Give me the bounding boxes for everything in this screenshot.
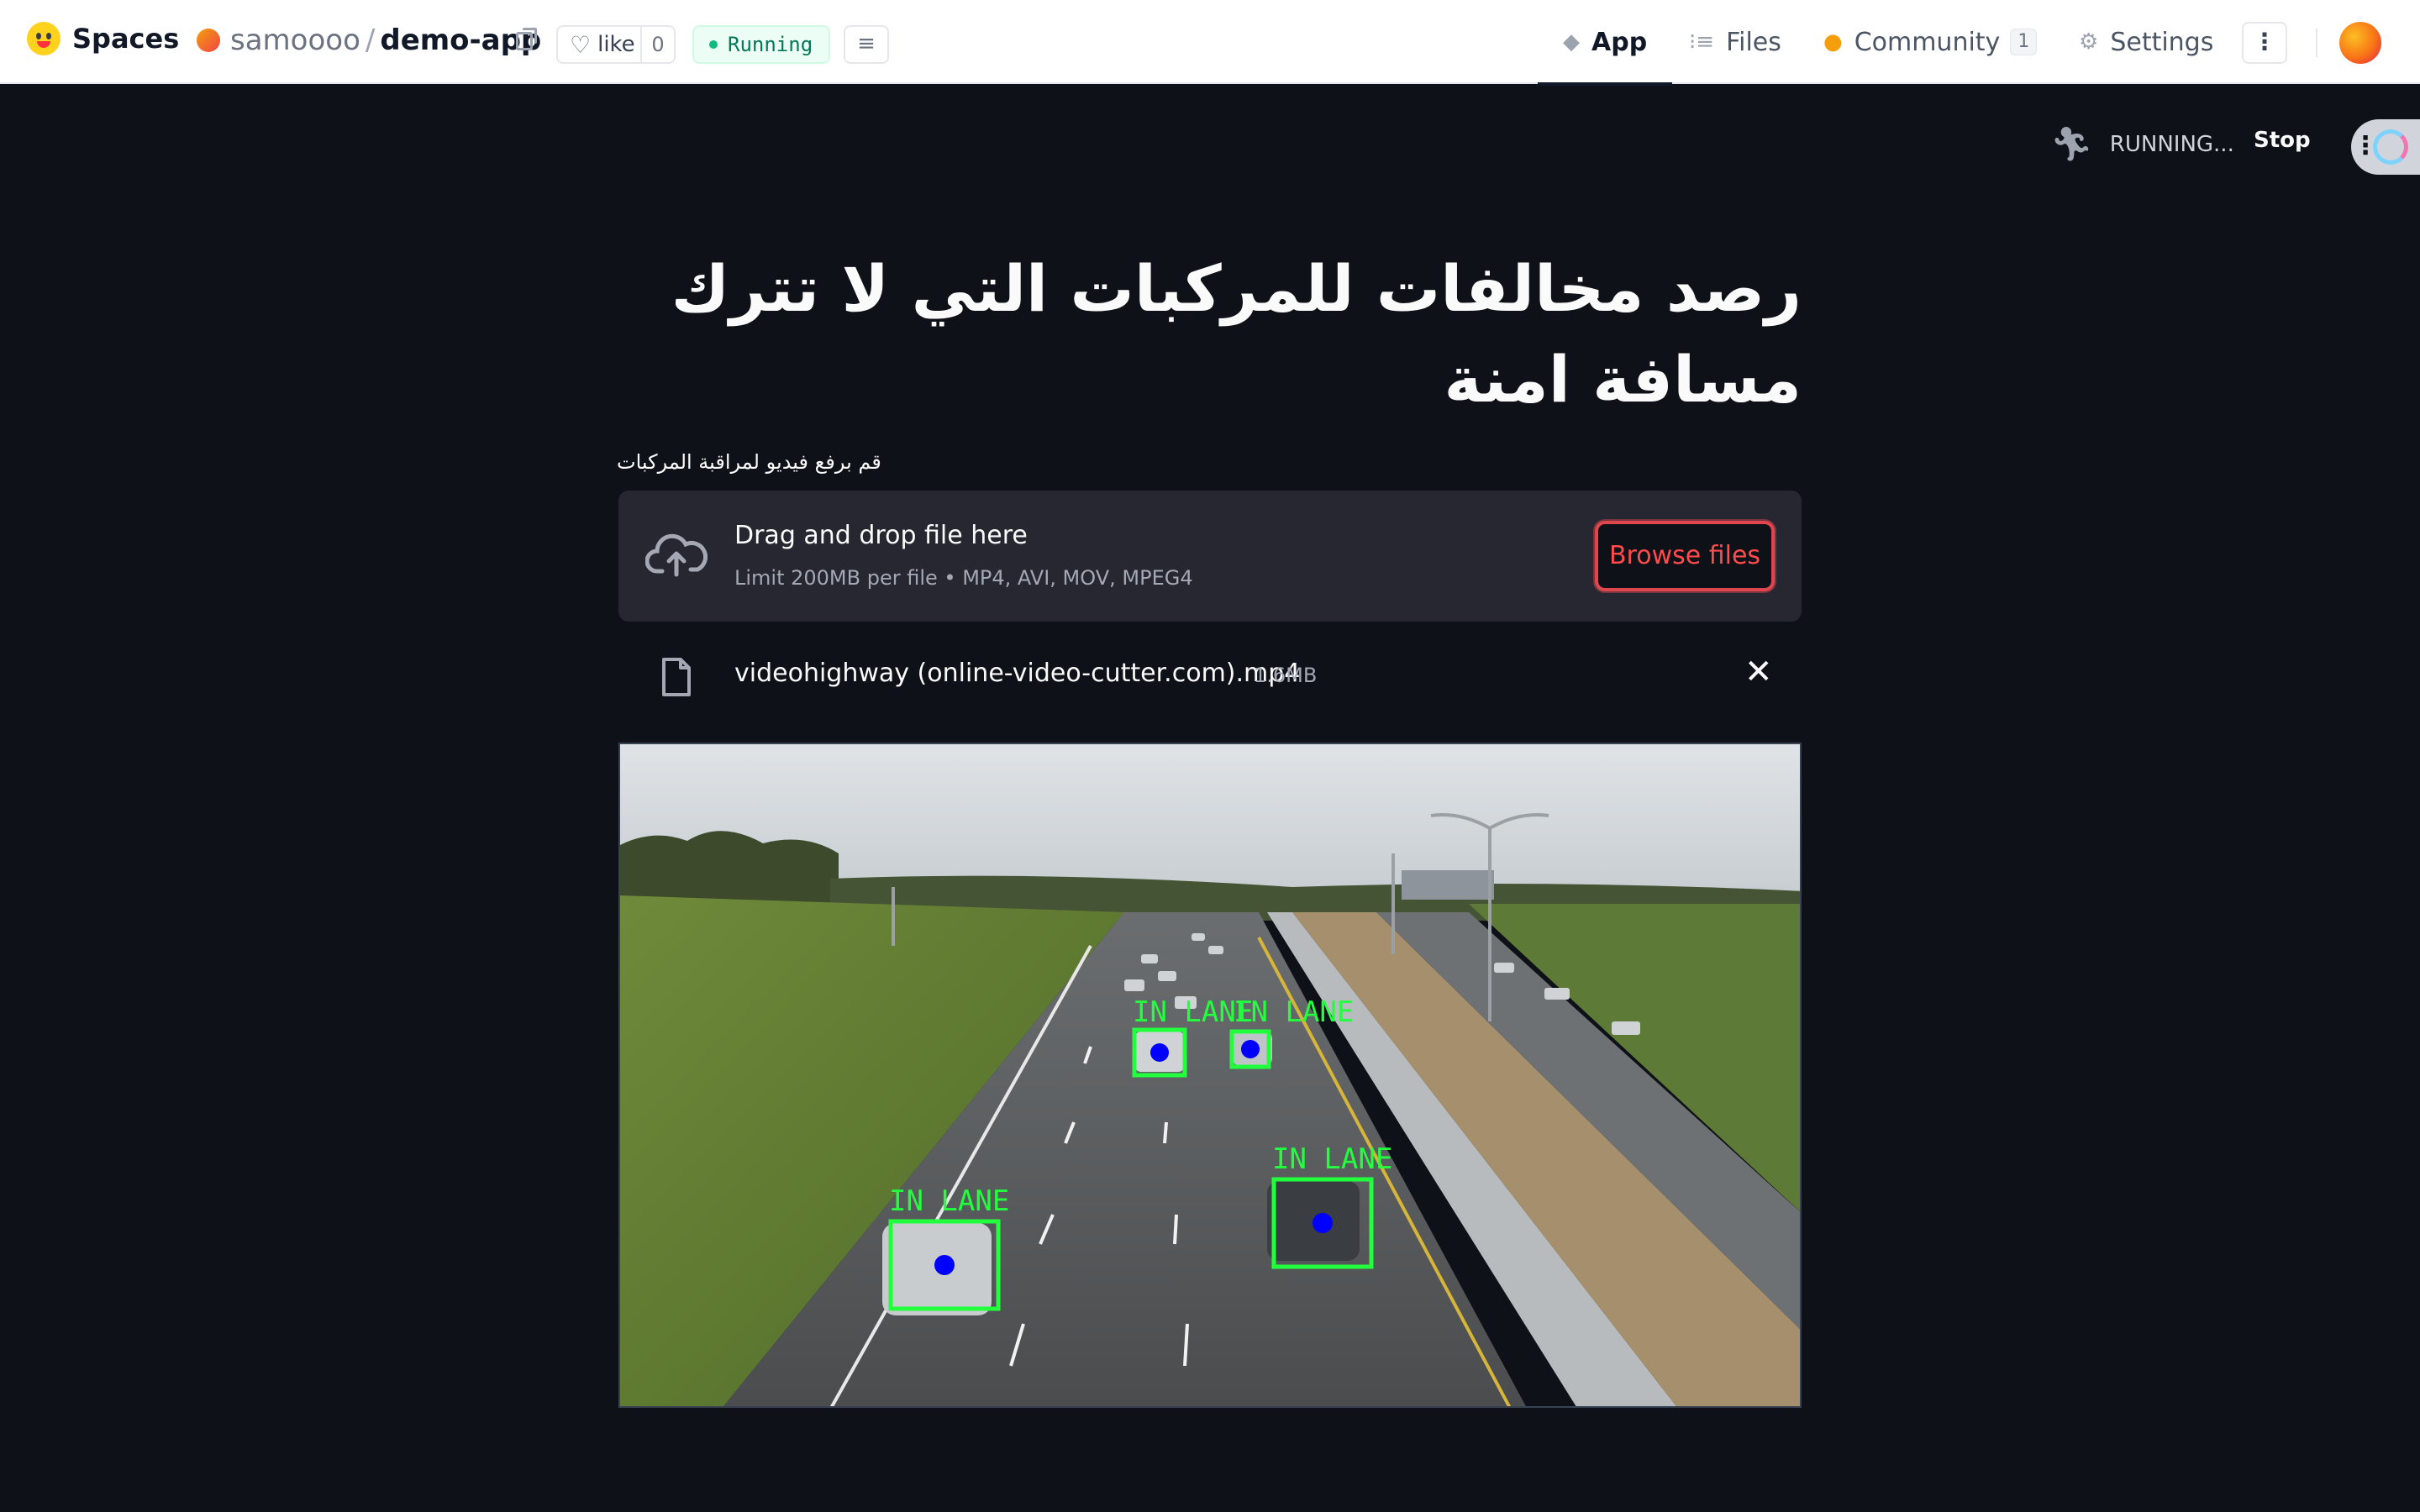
status-badge[interactable]: Running (692, 25, 830, 64)
running-man-icon: 🏃︎ (2050, 125, 2093, 164)
detection-centroid (1313, 1213, 1333, 1233)
tab-app[interactable]: ◆ App (1538, 0, 1673, 86)
uploader-label: قم برفع فيديو لمراقبة المركبات (617, 450, 881, 474)
status-label: Running (728, 33, 813, 56)
copy-icon[interactable] (516, 28, 537, 50)
remove-file-close-icon[interactable]: ✕ (1744, 655, 1773, 689)
brand-label: Spaces (72, 23, 180, 55)
streamlit-main-menu[interactable]: ⋮ (2351, 119, 2420, 175)
page-title-line-2: مسافة امنة (1444, 342, 1802, 417)
page-title-line-1: رصد مخالفات للمركبات التي لا تترك (671, 251, 1802, 326)
browse-files-button[interactable]: Browse files (1595, 521, 1775, 591)
heart-icon: ♡ (570, 30, 592, 59)
tab-files[interactable]: ⁝≡ Files (1689, 0, 1781, 84)
tab-settings-label: Settings (2110, 27, 2214, 57)
cube-icon: ◆ (1563, 29, 1580, 55)
repo-breadcrumb: samoooo / demo-app (197, 24, 541, 57)
spaces-home-link[interactable]: Spaces (27, 22, 179, 55)
community-count-badge: 1 (2010, 29, 2038, 55)
more-options-button[interactable]: ⋮ (2242, 22, 2287, 64)
video-frame: IN LANE IN LANE IN LANE IN LANE (618, 743, 1802, 1408)
tab-community[interactable]: ● Community 1 (1823, 0, 2038, 84)
files-icon: ⁝≡ (1689, 29, 1715, 55)
detection-centroid (1150, 1043, 1169, 1062)
running-status-text: RUNNING... (2109, 131, 2234, 157)
tab-files-label: Files (1726, 27, 1781, 57)
detection-label: IN LANE (1234, 995, 1354, 1029)
streamlit-logo-icon (2373, 129, 2408, 165)
repo-owner-link[interactable]: samoooo (230, 24, 360, 57)
space-avatar-icon (197, 29, 220, 52)
tab-app-label: App (1591, 27, 1648, 57)
more-icon: ⋮ (2253, 28, 2276, 55)
community-icon: ● (1823, 29, 1843, 55)
detection-centroid (1241, 1040, 1260, 1058)
repo-separator: / (365, 24, 376, 57)
gear-icon: ⚙ (2079, 29, 2099, 55)
tab-settings[interactable]: ⚙ Settings (2079, 0, 2213, 84)
like-button[interactable]: ♡ like 0 (556, 25, 676, 64)
user-avatar[interactable] (2339, 22, 2381, 64)
uploaded-file-size: 1.6MB (1254, 664, 1318, 687)
logs-button[interactable]: ≡ (844, 25, 889, 64)
tab-community-label: Community (1854, 27, 2001, 57)
detection-label: IN LANE (889, 1184, 1009, 1218)
page-title: رصد مخالفات للمركبات التي لا تترك مسافة … (617, 244, 1802, 425)
uploaded-file-item: videohighway (online-video-cutter.com).m… (618, 640, 1802, 711)
like-count: 0 (640, 27, 674, 62)
video-frame-image: IN LANE IN LANE IN LANE IN LANE (620, 744, 1800, 1406)
like-label: like (597, 32, 635, 57)
status-dot-icon (709, 40, 718, 49)
running-indicator: 🏃︎ RUNNING... (2050, 124, 2234, 164)
distant-building (1402, 870, 1494, 900)
file-dropzone[interactable]: Drag and drop file here Limit 200MB per … (618, 491, 1802, 622)
dropzone-limit-text: Limit 200MB per file • MP4, AVI, MOV, MP… (734, 566, 1193, 590)
cloud-upload-icon (645, 533, 708, 577)
detection-label: IN LANE (1272, 1142, 1392, 1176)
stop-button[interactable]: Stop (2254, 128, 2311, 153)
huggingface-logo-icon (27, 22, 60, 55)
uploaded-file-name: videohighway (online-video-cutter.com).m… (734, 659, 1301, 688)
hf-top-bar: Spaces samoooo / demo-app ♡ like 0 Runni… (0, 0, 2420, 86)
divider (2316, 29, 2317, 57)
detection-centroid (934, 1255, 955, 1275)
logs-icon: ≡ (857, 31, 876, 56)
dropzone-title: Drag and drop file here (734, 521, 1028, 550)
file-icon (662, 658, 691, 696)
